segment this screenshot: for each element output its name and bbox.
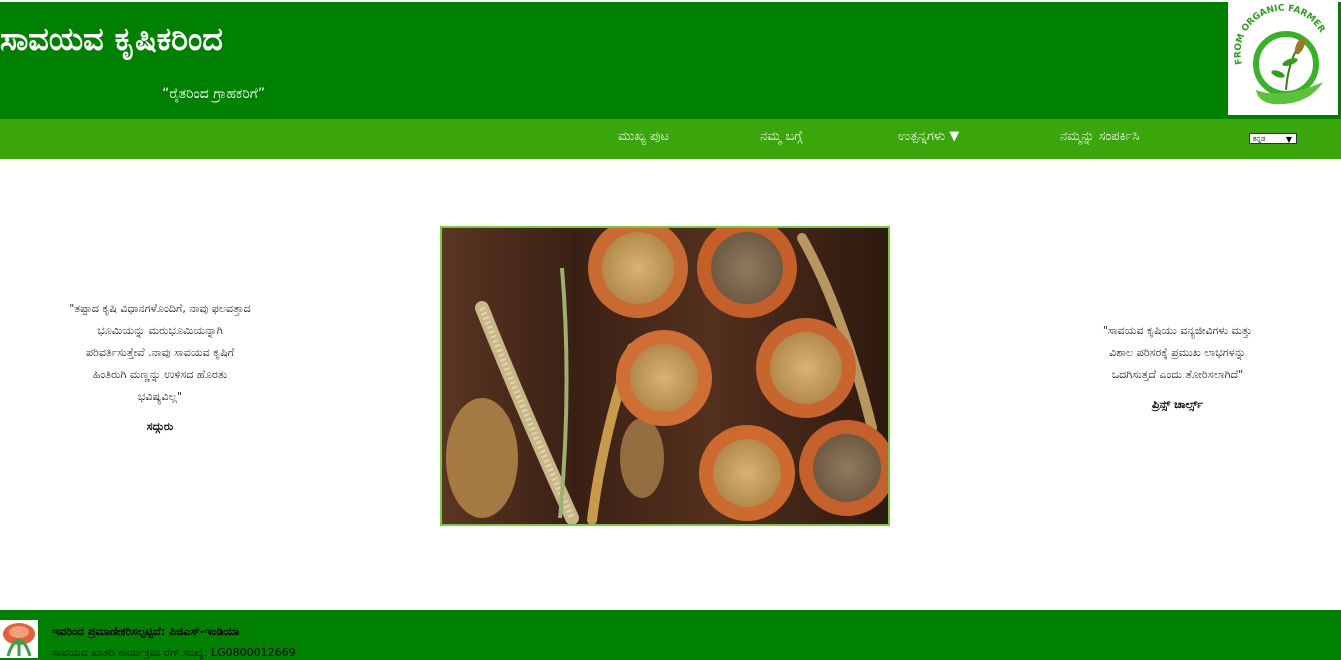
quote-line: ಭೂಮಿಯನ್ನು ಮರುಭೂಮಿಯನ್ನಾಗಿ: [97, 324, 223, 337]
quote-author: ಪ್ರಿನ್ಸ್ ಚಾರ್ಲ್ಸ್: [1152, 398, 1203, 411]
registration-text: ಸಾವಯವ ಖಾತರಿ ಕಾರ್ಯಕ್ರಮ ರೆಗ್ ಸಂಖ್ಯೆ: LG080…: [52, 646, 296, 659]
nav-products[interactable]: ಉತ್ಪನ್ನಗಳು ▼: [898, 129, 959, 144]
site-header: ಸಾವಯವ ಕೃಷಿಕರಿಂದ “ರೈತರಿಂದ ಗ್ರಾಹಕರಿಗೆ” FRO…: [0, 2, 1341, 119]
quote-author: ಸದ್ಗುರು: [146, 420, 174, 433]
chevron-down-icon: ▼: [1285, 135, 1292, 144]
quote-line: ಹಿಂತಿರುಗಿ ಮಣ್ಣನ್ನು ಉಳಿಸದ ಹೊರತು: [92, 368, 228, 381]
certification-text: ಇವರಿಂದ ಪ್ರಮಾಣೀಕರಿಸಲ್ಪಟ್ಟಿದೆ: ಪಿಜಿಎಸ್-ಇಂಡ…: [52, 625, 240, 638]
quote-line: ಒದಗಿಸುತ್ತದೆ ಎಂದು ತೋರಿಸಲಾಗಿದೆ": [1111, 368, 1244, 381]
nav-about[interactable]: ನಮ್ಮ ಬಗ್ಗೆ: [760, 129, 803, 144]
nav-home[interactable]: ಮುಖ್ಯ ಪುಟ: [618, 129, 669, 144]
site-footer: ಇವರಿಂದ ಪ್ರಮಾಣೀಕರಿಸಲ್ಪಟ್ಟಿದೆ: ಪಿಜಿಎಸ್-ಇಂಡ…: [0, 610, 1341, 660]
site-title[interactable]: ಸಾವಯವ ಕೃಷಿಕರಿಂದ: [0, 20, 223, 59]
quote-line: ಪರಿವರ್ತಿಸುತ್ತೇವೆ .ನಾವು ಸಾವಯವ ಕೃಷಿಗೆ: [85, 346, 235, 359]
main-nav: ಮುಖ್ಯ ಪುಟ ನಮ್ಮ ಬಗ್ಗೆ ಉತ್ಪನ್ನಗಳು ▼ ನಮ್ಮನ್…: [0, 119, 1341, 159]
language-select[interactable]: ಕನ್ನಡ ▼: [1249, 133, 1297, 144]
quote-right: "ಸಾವಯವ ಕೃಷಿಯು ವನ್ಯಜೀವಿಗಳು ಮತ್ತು ವಿಶಾಲ ಪರ…: [1070, 320, 1285, 416]
quote-line: "ಸಾವಯವ ಕೃಷಿಯು ವನ್ಯಜೀವಿಗಳು ಮತ್ತು: [1102, 324, 1253, 337]
quote-line: ಭವಿಷ್ಯವಿಲ್ಲ": [137, 390, 183, 403]
quote-left: "ತಪ್ಪಾದ ಕೃಷಿ ವಿಧಾನಗಳೊಂದಿಗೆ, ನಾವು ಫಲವತ್ತಾ…: [50, 298, 270, 438]
quote-line: ವಿಶಾಲ ಪರಿಸರಕ್ಕೆ ಪ್ರಮುಖ ಲಾಭಗಳನ್ನು: [1109, 346, 1246, 359]
nav-contact[interactable]: ನಮ್ಮನ್ನು ಸಂಪರ್ಕಿಸಿ: [1060, 129, 1139, 144]
pgs-india-logo: [0, 620, 38, 658]
organic-farmer-logo[interactable]: FROM ORGANIC FARMER: [1228, 2, 1338, 115]
page: ಸಾವಯವ ಕೃಷಿಕರಿಂದ “ರೈತರಿಂದ ಗ್ರಾಹಕರಿಗೆ” FRO…: [0, 0, 1341, 660]
millets-hero-image: [440, 226, 890, 526]
site-tagline: “ರೈತರಿಂದ ಗ್ರಾಹಕರಿಗೆ”: [162, 86, 266, 102]
quote-line: "ತಪ್ಪಾದ ಕೃಷಿ ವಿಧಾನಗಳೊಂದಿಗೆ, ನಾವು ಫಲವತ್ತಾ…: [69, 302, 251, 315]
language-selected: ಕನ್ನಡ: [1253, 135, 1266, 143]
